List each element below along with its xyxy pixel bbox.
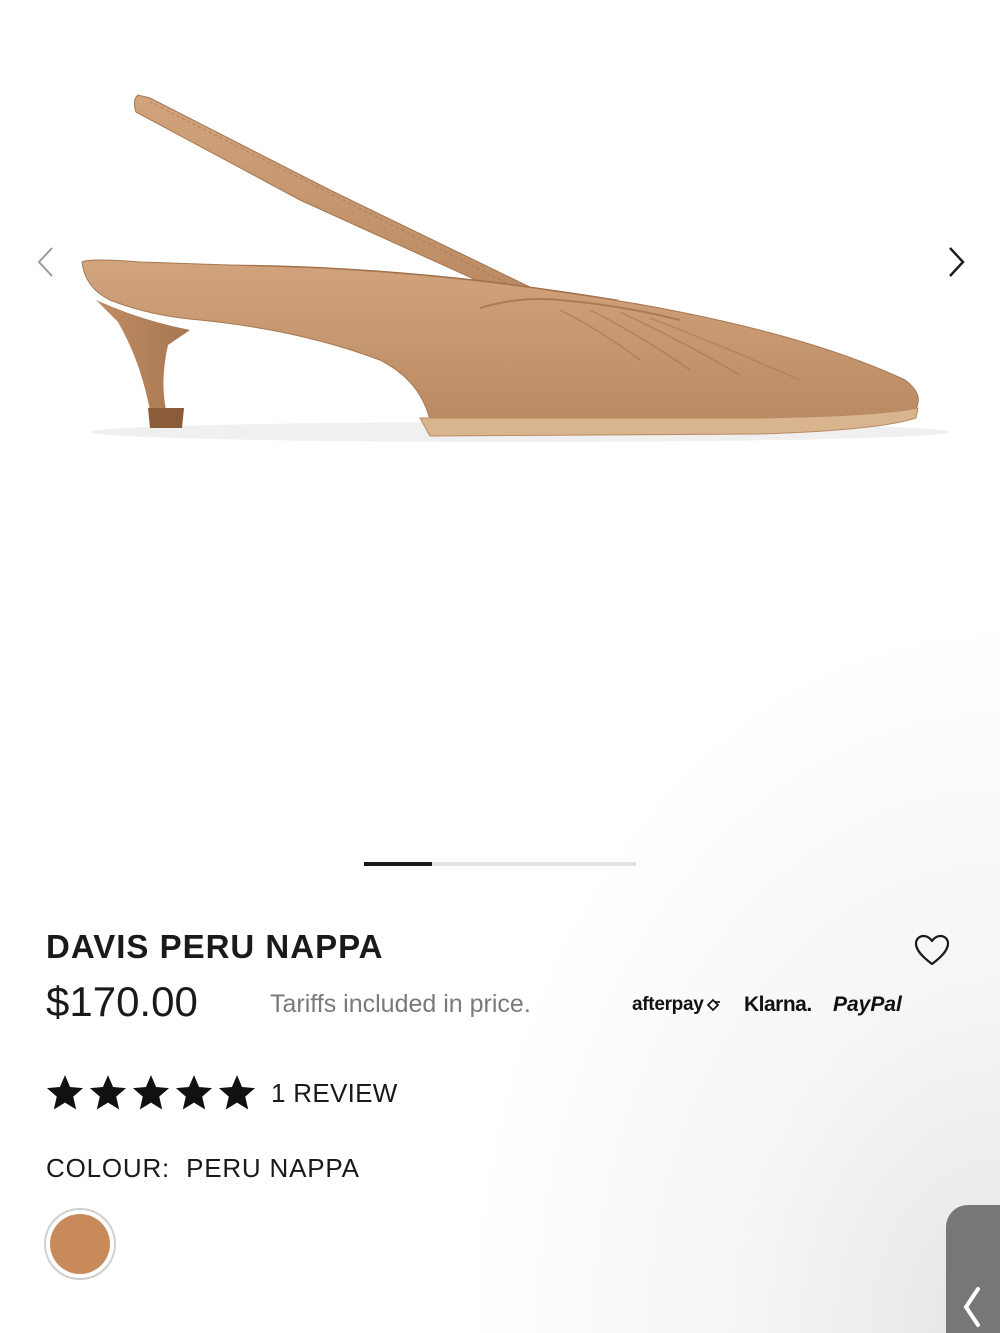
gallery-progress-bar	[364, 862, 636, 866]
product-image-gallery[interactable]	[0, 0, 1000, 880]
afterpay-arrows-icon	[706, 998, 720, 1012]
gallery-next-button[interactable]	[936, 242, 976, 282]
product-rating[interactable]: 1 REVIEW	[44, 1072, 398, 1114]
star-rating	[44, 1072, 259, 1114]
star-icon	[175, 1075, 213, 1110]
chevron-right-icon	[949, 247, 965, 277]
chevron-left-icon	[37, 247, 53, 277]
review-count-link[interactable]: 1 REVIEW	[271, 1078, 398, 1109]
product-image	[81, 94, 950, 442]
product-page: DAVIS PERU NAPPA $170.00 Tariffs include…	[0, 0, 1000, 1333]
product-title: DAVIS PERU NAPPA	[46, 928, 384, 965]
colour-label: COLOUR:	[46, 1153, 171, 1183]
gallery-prev-button[interactable]	[26, 242, 66, 282]
afterpay-label: afterpay	[632, 994, 704, 1015]
side-drawer-tab[interactable]	[946, 1205, 1000, 1333]
colour-value: PERU NAPPA	[186, 1153, 360, 1183]
gallery-progress-fill	[364, 862, 432, 866]
colour-swatch-fill	[50, 1214, 110, 1274]
star-icon	[89, 1075, 127, 1110]
colour-swatch-peru-nappa[interactable]	[44, 1208, 116, 1280]
star-icon	[46, 1075, 84, 1110]
klarna-logo: Klarna.	[744, 993, 812, 1016]
afterpay-logo: afterpay	[632, 994, 723, 1016]
wishlist-button[interactable]	[912, 932, 952, 968]
star-icon	[218, 1075, 256, 1110]
paypal-logo: PayPal	[833, 993, 902, 1016]
chevron-left-icon	[963, 1287, 980, 1327]
heart-outline-icon	[914, 934, 950, 966]
star-icon	[132, 1075, 170, 1110]
product-price: $170.00	[46, 978, 198, 1025]
tariff-note: Tariffs included in price.	[270, 990, 531, 1018]
colour-selection-label: COLOUR: PERU NAPPA	[46, 1153, 360, 1184]
